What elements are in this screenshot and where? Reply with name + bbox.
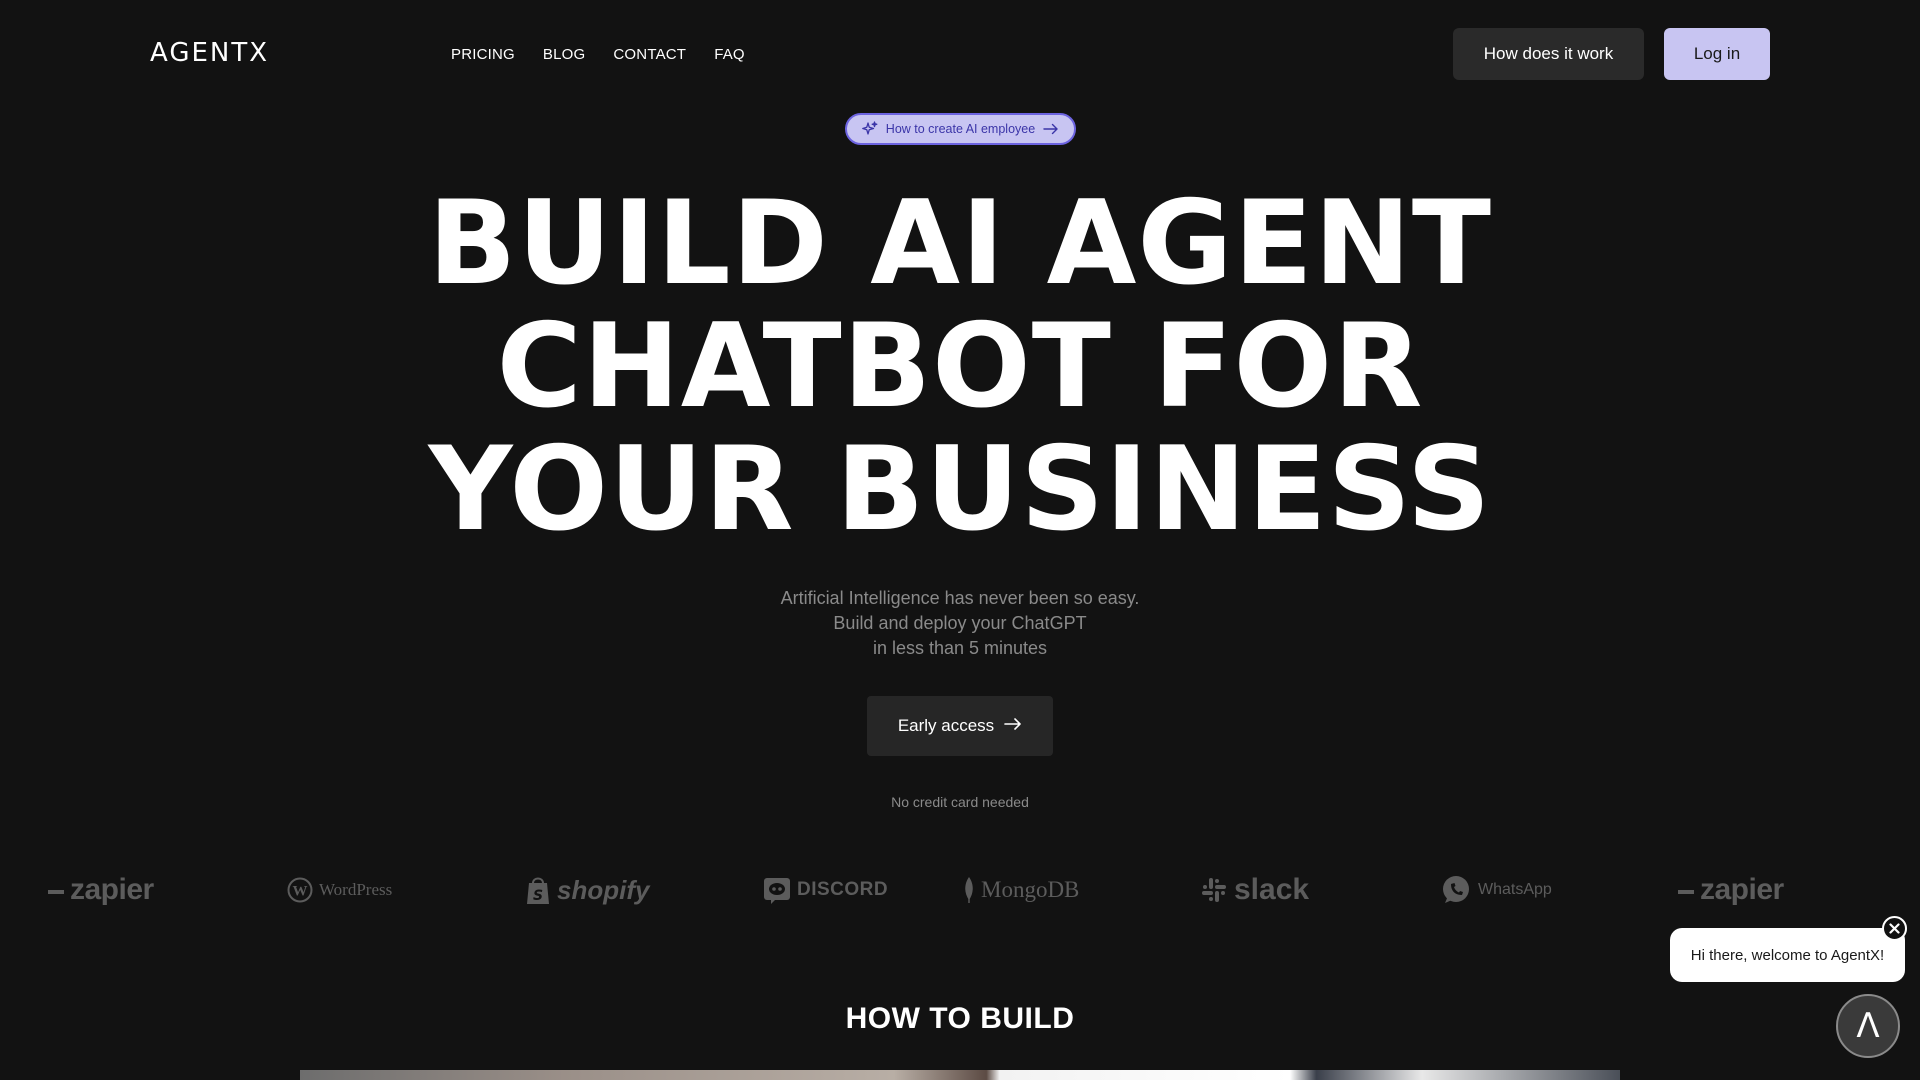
video-preview[interactable] xyxy=(300,1070,1620,1080)
discord-logo: DISCORD xyxy=(763,868,888,912)
arrow-right-icon xyxy=(1043,123,1059,135)
close-icon[interactable] xyxy=(1882,916,1907,941)
nav-pricing[interactable]: PRICING xyxy=(451,46,515,63)
early-access-button[interactable]: Early access xyxy=(867,696,1053,756)
main-nav: PRICING BLOG CONTACT FAQ xyxy=(451,46,745,63)
hero-line-1: BUILD AI AGENT xyxy=(427,176,1493,311)
zapier-dash-icon xyxy=(1678,886,1694,894)
arrow-right-icon xyxy=(1004,716,1022,736)
agentx-logo[interactable]: AGENTX xyxy=(150,38,269,68)
nav-contact[interactable]: CONTACT xyxy=(613,46,686,63)
shopify-bag-icon: S xyxy=(525,875,551,905)
integration-logos: zapier W WordPress S shopify DISCORD Mon… xyxy=(0,868,1920,912)
mongodb-leaf-icon xyxy=(963,876,975,904)
login-button[interactable]: Log in xyxy=(1664,28,1770,80)
hero-line-2: CHATBOT FOR xyxy=(496,299,1424,434)
slack-logo: slack xyxy=(1200,868,1309,912)
early-access-label: Early access xyxy=(897,716,995,735)
zapier-logo: zapier xyxy=(48,868,154,912)
wordpress-icon: W xyxy=(287,877,313,903)
svg-text:S: S xyxy=(533,888,543,904)
svg-text:W: W xyxy=(293,884,308,900)
sparkles-icon xyxy=(861,121,878,137)
whatsapp-logo: WhatsApp xyxy=(1440,868,1552,912)
wordpress-logo: W WordPress xyxy=(287,868,392,912)
hero-line-3: YOUR BUSINESS xyxy=(428,422,1492,557)
mongodb-logo: MongoDB xyxy=(963,868,1079,912)
ai-employee-pill-link[interactable]: How to create AI employee xyxy=(845,113,1076,145)
how-does-it-work-button[interactable]: How does it work xyxy=(1453,28,1644,80)
nav-blog[interactable]: BLOG xyxy=(543,46,585,63)
how-to-build-heading: HOW TO BUILD xyxy=(845,1002,1075,1035)
subtitle-line-3: in less than 5 minutes xyxy=(872,638,1048,658)
chat-welcome-bubble[interactable]: Hi there, welcome to AgentX! xyxy=(1670,928,1905,982)
chat-launcher-button[interactable]: Λ xyxy=(1836,994,1900,1058)
zapier-dash-icon xyxy=(48,886,64,894)
no-credit-card-note: No credit card needed xyxy=(891,794,1029,810)
hero-headline: BUILD AI AGENT CHATBOT FOR YOUR BUSINESS xyxy=(0,182,1920,551)
slack-icon xyxy=(1200,876,1228,904)
subtitle-line-2: Build and deploy your ChatGPT xyxy=(833,613,1087,633)
subtitle-line-1: Artificial Intelligence has never been s… xyxy=(780,588,1140,608)
shopify-logo: S shopify xyxy=(525,868,649,912)
hero-subtitle: Artificial Intelligence has never been s… xyxy=(0,586,1920,661)
pill-label: How to create AI employee xyxy=(885,122,1036,136)
discord-icon xyxy=(763,876,791,904)
nav-faq[interactable]: FAQ xyxy=(714,46,745,63)
whatsapp-icon xyxy=(1440,874,1472,906)
zapier-logo: zapier xyxy=(1678,868,1784,912)
